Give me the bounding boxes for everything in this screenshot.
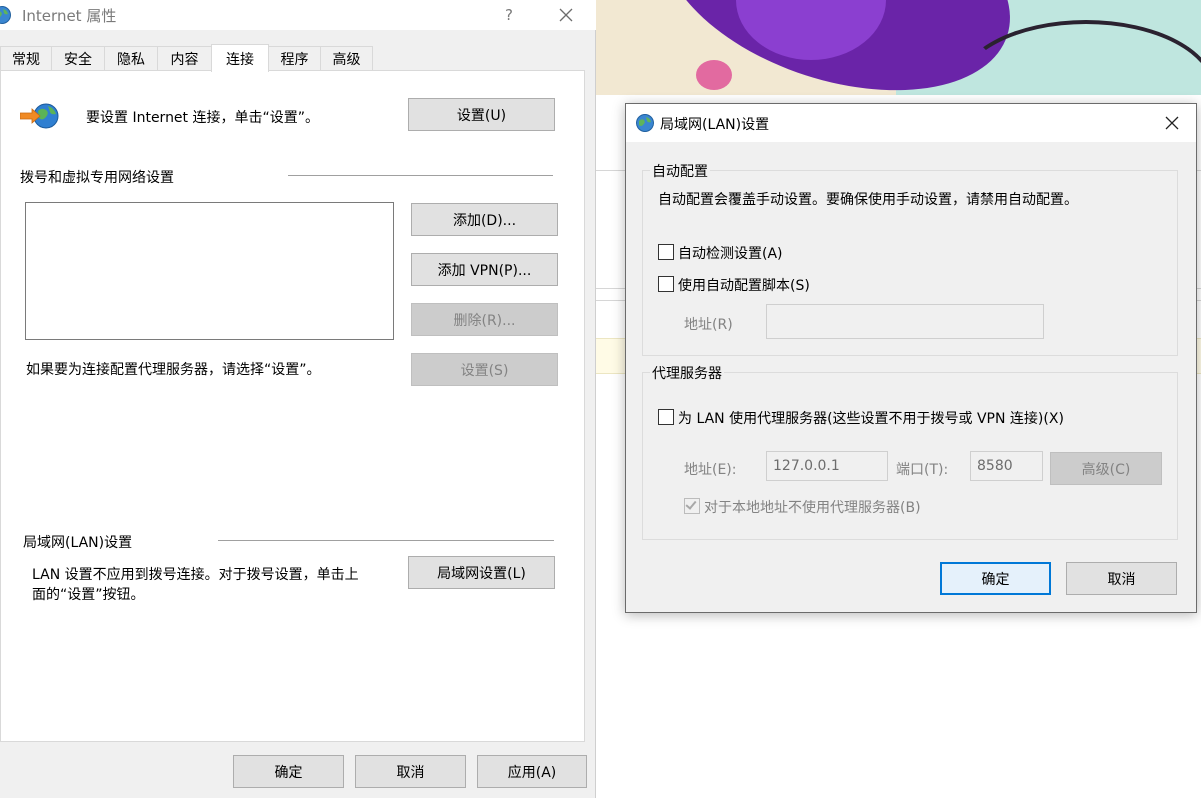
dialog-title: 局域网(LAN)设置 xyxy=(660,117,770,133)
setup-text: 要设置 Internet 连接，单击“设置”。 xyxy=(86,110,319,126)
tab-privacy[interactable]: 隐私 xyxy=(104,46,158,71)
tab-connections[interactable]: 连接 xyxy=(211,44,269,72)
auto-script-checkbox[interactable] xyxy=(658,276,674,292)
connection-settings-button[interactable]: 设置(S) xyxy=(411,353,558,386)
lan-settings-dialog: 局域网(LAN)设置 自动配置 自动配置会覆盖手动设置。要确保使用手动设置，请禁… xyxy=(625,103,1197,613)
tab-general[interactable]: 常规 xyxy=(0,46,52,71)
proxy-port-input[interactable]: 8580 xyxy=(970,451,1043,481)
connections-list[interactable] xyxy=(25,202,394,340)
globe-icon xyxy=(635,113,655,137)
tab-programs[interactable]: 程序 xyxy=(268,46,321,71)
bypass-local-label[interactable]: 对于本地地址不使用代理服务器(B) xyxy=(704,497,921,517)
tab-advanced[interactable]: 高级 xyxy=(320,46,373,71)
section-divider xyxy=(218,540,554,541)
proxy-group-title: 代理服务器 xyxy=(650,363,724,383)
dialup-section-title: 拨号和虚拟专用网络设置 xyxy=(20,170,174,186)
auto-config-description: 自动配置会覆盖手动设置。要确保使用手动设置，请禁用自动配置。 xyxy=(658,192,1078,208)
add-button[interactable]: 添加(D)... xyxy=(411,203,558,236)
dialog-title: Internet 属性 xyxy=(22,7,117,25)
lan-description-line1: LAN 设置不应用到拨号连接。对于拨号设置，单击上 xyxy=(32,567,359,583)
auto-detect-checkbox[interactable] xyxy=(658,244,674,260)
proxy-port-label: 端口(T): xyxy=(896,462,949,478)
internet-properties-dialog: Internet 属性 ? 常规 安全 隐私 内容 连接 程序 高级 要设置 I… xyxy=(0,0,596,798)
close-icon xyxy=(1165,116,1179,130)
proxy-hint-text: 如果要为连接配置代理服务器，请选择“设置”。 xyxy=(26,362,321,378)
title-bar: Internet 属性 ? xyxy=(0,0,596,30)
remove-button[interactable]: 删除(R)... xyxy=(411,303,558,336)
help-button[interactable]: ? xyxy=(496,3,522,27)
proxy-address-label: 地址(E): xyxy=(684,462,737,478)
proxy-address-input[interactable]: 127.0.0.1 xyxy=(766,451,888,481)
close-button[interactable] xyxy=(551,3,581,27)
background-artwork xyxy=(596,0,1201,95)
title-bar: 局域网(LAN)设置 xyxy=(626,104,1196,142)
lan-description-line2: 面的“设置”按钮。 xyxy=(32,587,145,603)
globe-icon xyxy=(0,5,12,29)
setup-button[interactable]: 设置(U) xyxy=(408,98,555,131)
auto-config-title: 自动配置 xyxy=(650,161,710,181)
use-proxy-checkbox[interactable] xyxy=(658,409,674,425)
script-address-label: 地址(R) xyxy=(684,317,733,333)
auto-script-label[interactable]: 使用自动配置脚本(S) xyxy=(678,275,810,295)
check-icon xyxy=(685,498,697,510)
lan-settings-button[interactable]: 局域网设置(L) xyxy=(408,556,555,589)
tab-content[interactable]: 内容 xyxy=(157,46,212,71)
ok-button[interactable]: 确定 xyxy=(940,562,1051,595)
auto-detect-label[interactable]: 自动检测设置(A) xyxy=(678,243,783,263)
cancel-button[interactable]: 取消 xyxy=(355,755,466,788)
add-vpn-button[interactable]: 添加 VPN(P)... xyxy=(411,253,558,286)
network-setup-icon xyxy=(19,101,60,135)
tab-security[interactable]: 安全 xyxy=(51,46,105,71)
apply-button[interactable]: 应用(A) xyxy=(477,755,587,788)
close-button[interactable] xyxy=(1157,111,1187,135)
use-proxy-label[interactable]: 为 LAN 使用代理服务器(这些设置不用于拨号或 VPN 连接)(X) xyxy=(678,408,1064,428)
close-icon xyxy=(559,8,573,22)
ok-button[interactable]: 确定 xyxy=(233,755,344,788)
script-address-input[interactable] xyxy=(766,304,1044,339)
lan-section-title: 局域网(LAN)设置 xyxy=(23,535,133,551)
cancel-button[interactable]: 取消 xyxy=(1066,562,1177,595)
bypass-local-checkbox[interactable] xyxy=(684,498,700,514)
advanced-button[interactable]: 高级(C) xyxy=(1050,452,1162,485)
section-divider xyxy=(288,175,553,176)
